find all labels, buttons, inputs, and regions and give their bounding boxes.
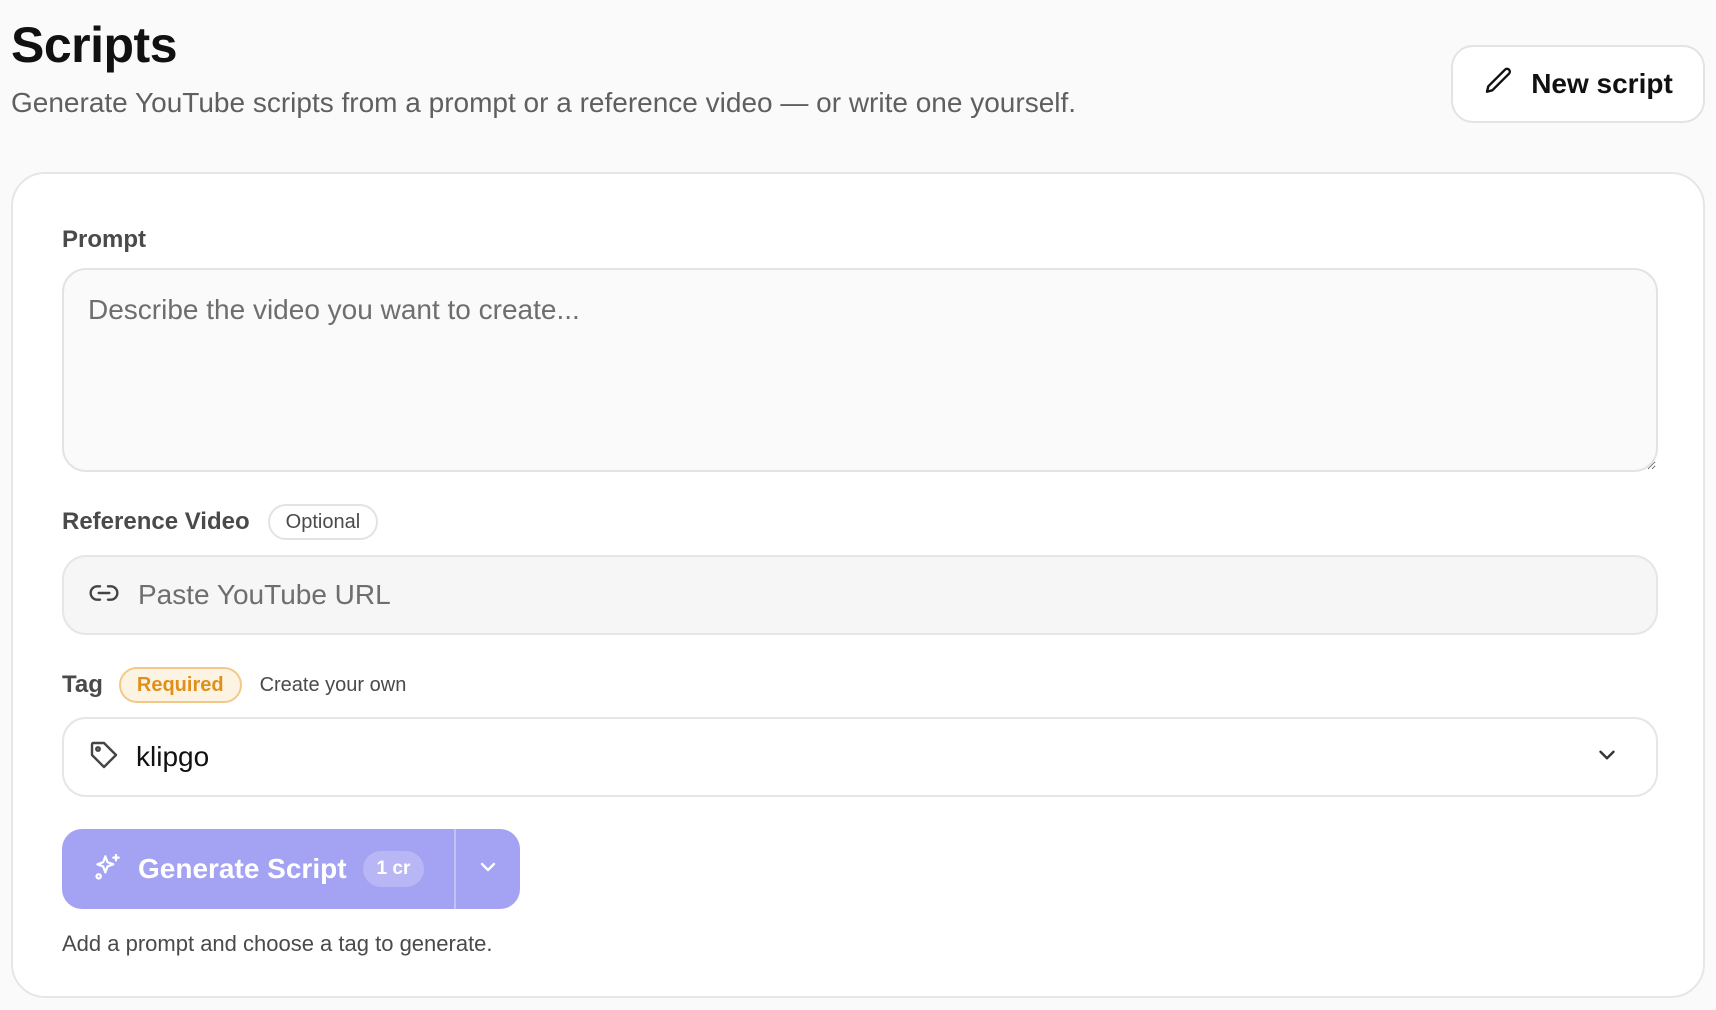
sparkles-icon (92, 851, 124, 888)
reference-video-label: Reference Video (62, 508, 250, 535)
tag-label-row: Tag Required Create your own (62, 667, 406, 703)
pencil-icon (1483, 65, 1515, 104)
youtube-url-input[interactable] (136, 578, 1620, 612)
prompt-label: Prompt (62, 226, 146, 253)
youtube-url-field[interactable] (62, 555, 1658, 635)
generate-script-button[interactable]: Generate Script 1 cr (62, 829, 454, 909)
reference-video-label-row: Reference Video Optional (62, 504, 379, 540)
scripts-page: Scripts Generate YouTube scripts from a … (0, 0, 1716, 1010)
page-title: Scripts (11, 17, 178, 73)
credit-cost-badge: 1 cr (362, 851, 425, 887)
page-header: Scripts Generate YouTube scripts from a … (11, 14, 1705, 134)
generate-script-label: Generate Script (138, 853, 347, 884)
chevron-down-icon (1594, 742, 1620, 773)
generate-options-dropdown[interactable] (456, 829, 520, 909)
prompt-textarea[interactable] (62, 268, 1658, 472)
create-your-own-link[interactable]: Create your own (260, 674, 407, 697)
script-form-card: Prompt Reference Video Optional Tag Requ… (11, 172, 1705, 998)
page-subtitle: Generate YouTube scripts from a prompt o… (11, 87, 1077, 118)
link-icon (88, 577, 120, 614)
optional-badge: Optional (267, 504, 379, 540)
tag-icon (88, 739, 120, 776)
generate-button-group: Generate Script 1 cr (62, 829, 520, 909)
chevron-down-icon (476, 855, 500, 884)
generate-hint: Add a prompt and choose a tag to generat… (62, 931, 493, 956)
required-badge: Required (118, 667, 242, 703)
new-script-label: New script (1531, 68, 1673, 99)
tag-label: Tag (62, 671, 103, 698)
new-script-button[interactable]: New script (1451, 45, 1705, 123)
tag-selected-value: klipgo (136, 741, 210, 772)
tag-select[interactable]: klipgo (62, 717, 1658, 797)
